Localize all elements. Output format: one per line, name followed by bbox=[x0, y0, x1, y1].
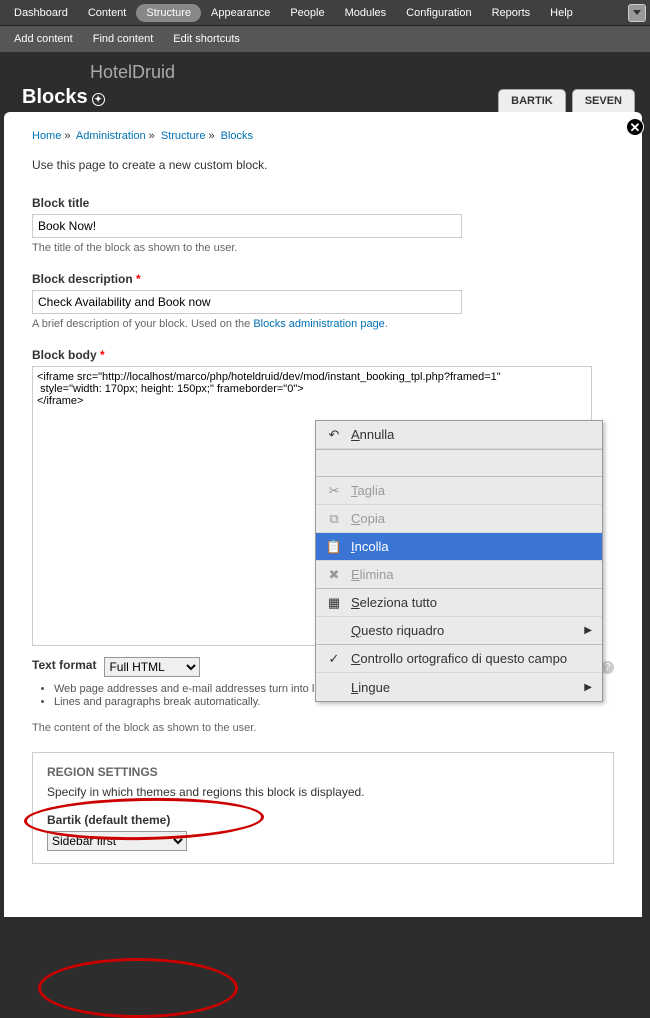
cut-icon: ✂ bbox=[326, 483, 342, 499]
text-format-select[interactable]: Full HTML bbox=[104, 657, 200, 677]
block-title-desc: The title of the block as shown to the u… bbox=[32, 242, 614, 254]
page-title: Blocks✦ bbox=[22, 86, 105, 109]
intro-text: Use this page to create a new custom blo… bbox=[32, 158, 614, 172]
gear-icon[interactable]: ✦ bbox=[92, 93, 105, 106]
delete-icon: ✖ bbox=[326, 567, 342, 583]
ctx-cut: ✂Taglia bbox=[316, 477, 602, 505]
edit-shortcuts-link[interactable]: Edit shortcuts bbox=[163, 28, 250, 50]
toolbar-dropdown-icon[interactable] bbox=[628, 4, 646, 22]
nav-structure[interactable]: Structure bbox=[136, 4, 201, 22]
block-title-label: Block title bbox=[32, 196, 614, 210]
crumb-blocks[interactable]: Blocks bbox=[221, 130, 253, 142]
admin-toolbar: Dashboard Content Structure Appearance P… bbox=[0, 0, 650, 26]
nav-dashboard[interactable]: Dashboard bbox=[4, 2, 78, 24]
blocks-admin-link[interactable]: Blocks administration page bbox=[253, 318, 384, 330]
nav-content[interactable]: Content bbox=[78, 2, 137, 24]
ctx-paste[interactable]: 📋Incolla bbox=[316, 533, 602, 561]
block-desc-desc: A brief description of your block. Used … bbox=[32, 318, 614, 330]
text-format-label: Text format bbox=[32, 658, 96, 672]
region-settings: REGION SETTINGS Specify in which themes … bbox=[32, 752, 614, 864]
undo-icon: ↶ bbox=[326, 427, 342, 443]
ctx-copy: ⧉Copia bbox=[316, 505, 602, 533]
region-theme-label: Bartik (default theme) bbox=[47, 813, 599, 827]
block-title-input[interactable] bbox=[32, 214, 462, 238]
check-icon: ✓ bbox=[326, 651, 342, 667]
breadcrumb: Home» Administration» Structure» Blocks bbox=[32, 130, 614, 142]
region-sub: Specify in which themes and regions this… bbox=[47, 785, 599, 799]
crumb-structure[interactable]: Structure bbox=[161, 130, 206, 142]
theme-tabs: BARTIK SEVEN bbox=[498, 89, 635, 112]
region-select[interactable]: Sidebar first bbox=[47, 831, 187, 851]
nav-modules[interactable]: Modules bbox=[335, 2, 397, 24]
chevron-right-icon: ▶ bbox=[584, 682, 592, 693]
site-name: HotelDruid bbox=[90, 62, 175, 83]
region-heading: REGION SETTINGS bbox=[47, 765, 599, 779]
shortcut-bar: Add content Find content Edit shortcuts bbox=[0, 26, 650, 52]
ctx-undo[interactable]: ↶Annulla bbox=[316, 421, 602, 449]
add-content-link[interactable]: Add content bbox=[4, 28, 83, 50]
paste-icon: 📋 bbox=[326, 539, 342, 555]
site-header: HotelDruid Blocks✦ BARTIK SEVEN bbox=[0, 52, 650, 112]
block-body-desc: The content of the block as shown to the… bbox=[32, 722, 614, 734]
nav-configuration[interactable]: Configuration bbox=[396, 2, 481, 24]
tab-bartik[interactable]: BARTIK bbox=[498, 89, 566, 112]
copy-icon: ⧉ bbox=[326, 511, 342, 527]
annotation-oval bbox=[38, 958, 238, 1018]
nav-appearance[interactable]: Appearance bbox=[201, 2, 280, 24]
tab-seven[interactable]: SEVEN bbox=[572, 89, 635, 112]
crumb-home[interactable]: Home bbox=[32, 130, 61, 142]
block-desc-label: Block description * bbox=[32, 272, 614, 286]
crumb-admin[interactable]: Administration bbox=[76, 130, 146, 142]
close-icon[interactable]: ✕ bbox=[626, 118, 644, 136]
nav-reports[interactable]: Reports bbox=[482, 2, 541, 24]
ctx-this-frame[interactable]: Questo riquadro▶ bbox=[316, 617, 602, 645]
ctx-spellcheck[interactable]: ✓Controllo ortografico di questo campo bbox=[316, 645, 602, 673]
context-menu: ↶Annulla ✂Taglia ⧉Copia 📋Incolla ✖Elimin… bbox=[315, 420, 603, 702]
block-body-label: Block body * bbox=[32, 348, 614, 362]
nav-people[interactable]: People bbox=[280, 2, 334, 24]
ctx-delete: ✖Elimina bbox=[316, 561, 602, 589]
block-desc-input[interactable] bbox=[32, 290, 462, 314]
find-content-link[interactable]: Find content bbox=[83, 28, 164, 50]
nav-help[interactable]: Help bbox=[540, 2, 583, 24]
ctx-select-all[interactable]: ▦Seleziona tutto bbox=[316, 589, 602, 617]
chevron-right-icon: ▶ bbox=[584, 625, 592, 636]
select-all-icon: ▦ bbox=[326, 595, 342, 611]
ctx-languages[interactable]: Lingue▶ bbox=[316, 673, 602, 701]
